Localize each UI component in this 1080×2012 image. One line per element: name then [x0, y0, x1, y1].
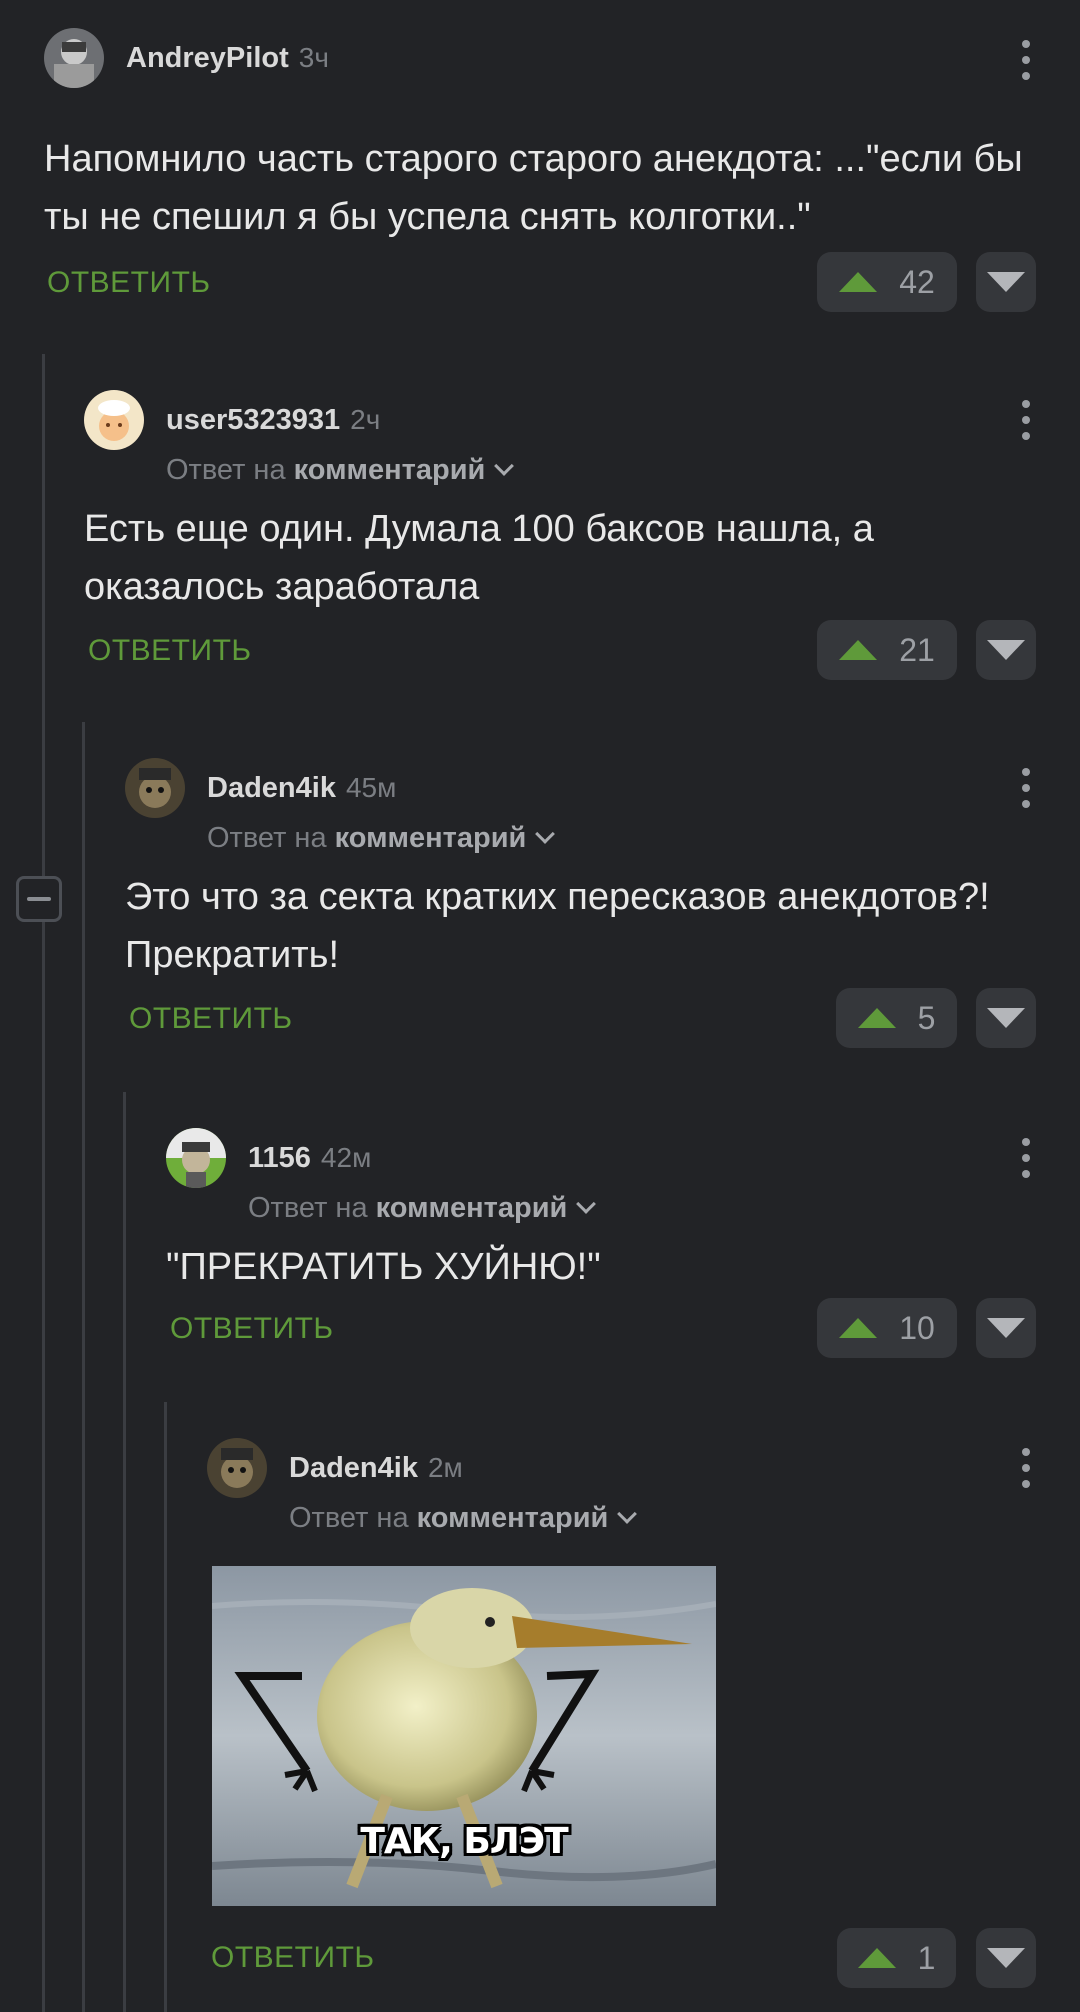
more-options-icon[interactable]: [1020, 1138, 1032, 1178]
more-options-icon[interactable]: [1020, 40, 1032, 80]
rating-count: 10: [899, 1309, 935, 1346]
thread-line-level-1: [42, 354, 45, 2012]
comment-text: Это что за секта кратких пересказов анек…: [125, 876, 990, 976]
comment-author[interactable]: AndreyPilot 3ч: [126, 42, 329, 75]
upvote-button[interactable]: 42: [817, 252, 957, 312]
downvote-button[interactable]: [976, 252, 1036, 312]
reply-button[interactable]: ОТВЕТИТЬ: [211, 1941, 375, 1975]
avatar[interactable]: [84, 390, 144, 450]
chevron-down-icon: [535, 824, 556, 844]
comment-author[interactable]: Daden4ik 2м: [289, 1452, 463, 1485]
arrow-up-icon: [857, 1948, 896, 1968]
arrow-down-icon: [987, 1948, 1025, 1968]
comment-time: 2ч: [350, 404, 381, 435]
avatar[interactable]: [125, 758, 185, 818]
image-caption: ТАК, БЛЭТ: [360, 1821, 568, 1862]
more-options-icon[interactable]: [1020, 400, 1032, 440]
upvote-button[interactable]: 1: [837, 1928, 956, 1988]
rating-count: 21: [899, 631, 935, 668]
thread-line-level-4: [164, 1402, 167, 2012]
comment-author[interactable]: 1156 42м: [248, 1142, 371, 1175]
comment-author[interactable]: Daden4ik 45м: [207, 772, 396, 805]
comment: user5323931 2ч Ответ на комментарий Есть …: [84, 390, 1044, 690]
thread-line-level-3: [123, 1092, 126, 2012]
reply-to-link[interactable]: Ответ на комментарий: [207, 822, 556, 855]
upvote-button[interactable]: 10: [817, 1298, 957, 1358]
comment: 1156 42м Ответ на комментарий "ПРЕКРАТИТЬ…: [166, 1128, 1046, 1368]
comment: AndreyPilot 3ч Напомнило часть старого ст…: [44, 28, 1044, 318]
arrow-down-icon: [987, 272, 1025, 292]
comment-image[interactable]: ТАК, БЛЭТ: [212, 1566, 716, 1906]
arrow-up-icon: [839, 272, 878, 292]
upvote-button[interactable]: 5: [836, 988, 957, 1048]
arrow-down-icon: [987, 1318, 1025, 1338]
more-options-icon[interactable]: [1020, 768, 1032, 808]
chevron-down-icon: [617, 1504, 638, 1524]
reply-to-link[interactable]: Ответ на комментарий: [289, 1502, 638, 1535]
reply-to-link[interactable]: Ответ на комментарий: [166, 454, 515, 487]
minus-square-icon: [27, 897, 51, 901]
comment-time: 42м: [320, 1142, 372, 1173]
chevron-down-icon: [494, 456, 515, 476]
avatar[interactable]: [166, 1128, 226, 1188]
comment: Daden4ik 2м Ответ на комментарий: [207, 1438, 1047, 1534]
comment-text: Есть еще один. Думала 100 баксов нашла, …: [84, 508, 874, 608]
thread-collapse-button[interactable]: [16, 876, 62, 922]
thread-line-level-2: [82, 722, 85, 2012]
downvote-button[interactable]: [976, 1928, 1036, 1988]
downvote-button[interactable]: [976, 1298, 1036, 1358]
comment-time: 3ч: [298, 42, 329, 73]
downvote-button[interactable]: [976, 988, 1036, 1048]
downvote-button[interactable]: [976, 620, 1036, 680]
reply-to-link[interactable]: Ответ на комментарий: [248, 1192, 597, 1225]
more-options-icon[interactable]: [1020, 1448, 1032, 1488]
comment-text: "ПРЕКРАТИТЬ ХУЙНЮ!": [166, 1246, 601, 1288]
rating-count: 1: [917, 1939, 936, 1976]
rating-count: 5: [917, 999, 936, 1036]
rating-count: 42: [899, 263, 935, 300]
arrow-down-icon: [987, 640, 1025, 660]
avatar[interactable]: [44, 28, 104, 88]
avatar[interactable]: [207, 1438, 267, 1498]
arrow-up-icon: [857, 1008, 896, 1028]
comment: Daden4ik 45м Ответ на комментарий Это что…: [125, 758, 1045, 1058]
comment-text: Напомнило часть старого старого анекдота…: [44, 138, 1023, 238]
comment-author[interactable]: user5323931 2ч: [166, 404, 380, 437]
chevron-down-icon: [576, 1194, 597, 1214]
comment-thread: AndreyPilot 3ч Напомнило часть старого ст…: [0, 0, 1080, 2012]
reply-button[interactable]: ОТВЕТИТЬ: [88, 634, 252, 668]
arrow-up-icon: [839, 640, 878, 660]
arrow-down-icon: [987, 1008, 1025, 1028]
reply-button[interactable]: ОТВЕТИТЬ: [129, 1002, 293, 1036]
comment-time: 45м: [345, 772, 397, 803]
reply-button[interactable]: ОТВЕТИТЬ: [47, 266, 211, 300]
comment-time: 2м: [427, 1452, 463, 1483]
upvote-button[interactable]: 21: [817, 620, 957, 680]
arrow-up-icon: [839, 1318, 878, 1338]
reply-button[interactable]: ОТВЕТИТЬ: [170, 1312, 334, 1346]
